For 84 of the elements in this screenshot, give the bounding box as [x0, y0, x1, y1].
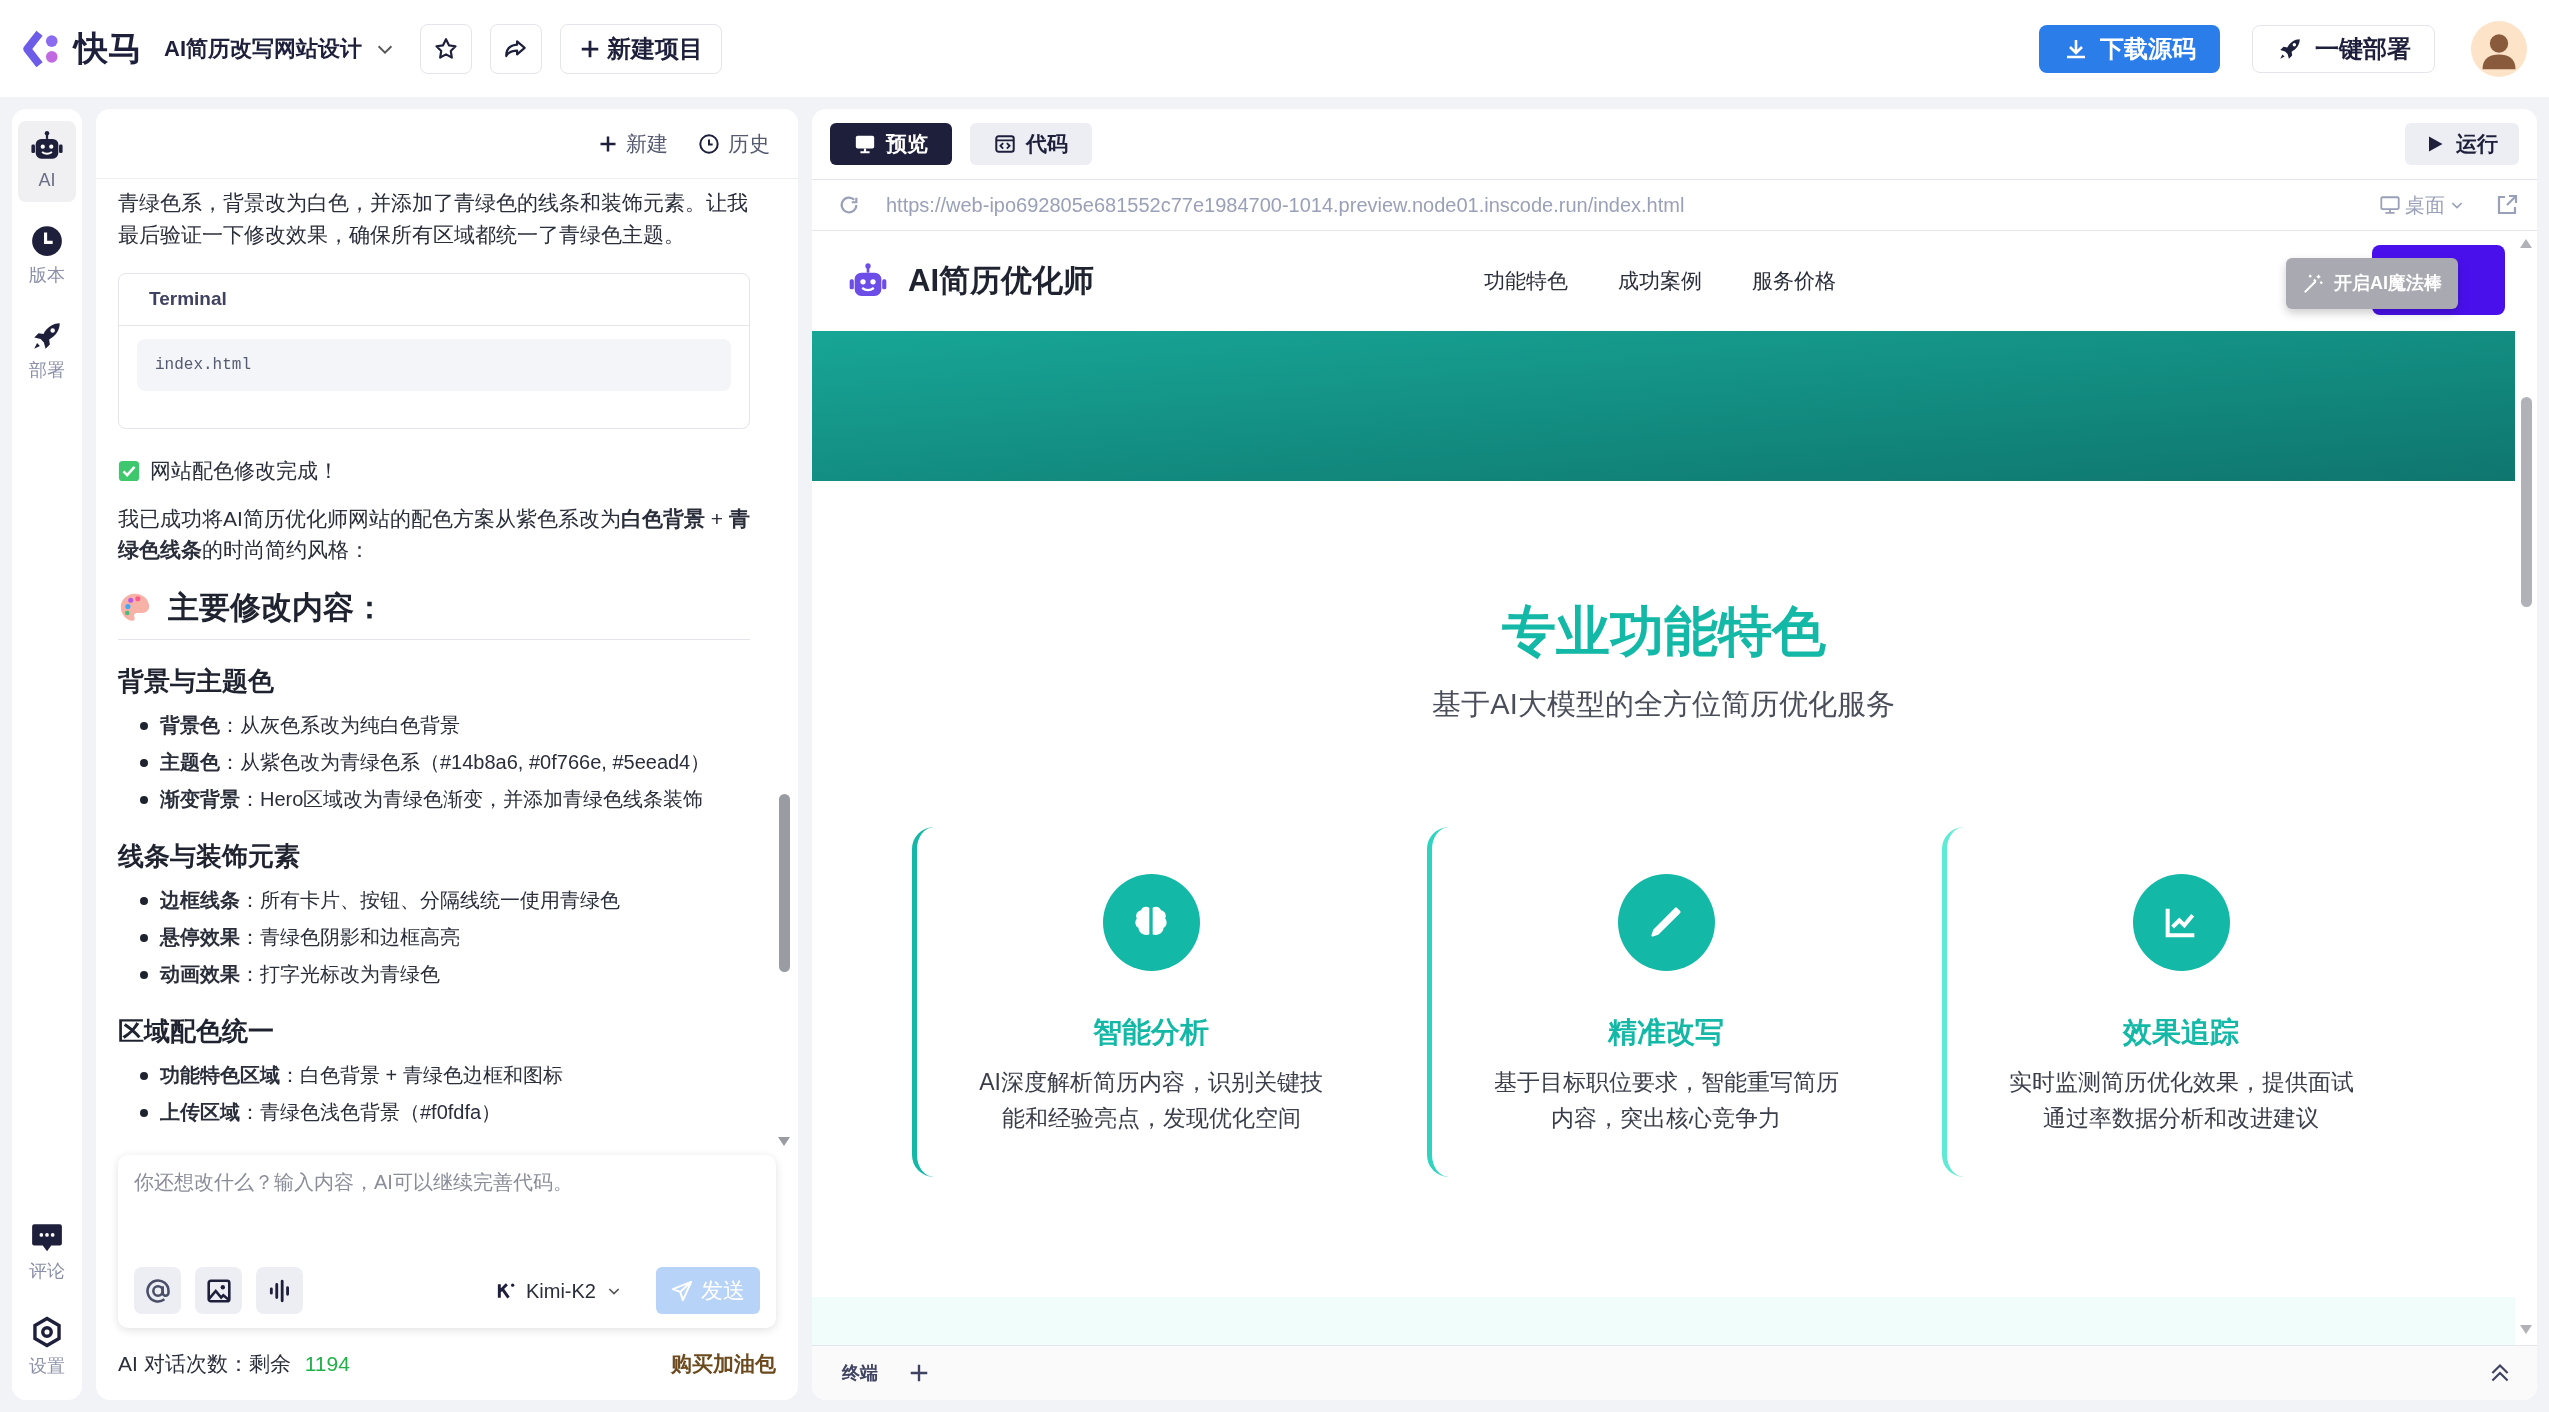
- scrollbar-thumb[interactable]: [779, 794, 790, 972]
- brand-name: AI简历优化师: [908, 261, 1094, 300]
- nav-link[interactable]: 功能特色: [1484, 265, 1568, 297]
- clock-icon: [30, 224, 64, 258]
- voice-button[interactable]: [256, 1267, 303, 1314]
- bullet-icon: [140, 897, 148, 905]
- mention-button[interactable]: [134, 1267, 181, 1314]
- bullet-icon: [140, 971, 148, 979]
- logo-text: 快马: [74, 28, 142, 69]
- bullet-icon: [140, 1109, 148, 1117]
- at-icon: [143, 1276, 172, 1305]
- terminal-tab[interactable]: 终端: [842, 1359, 878, 1387]
- nav-link[interactable]: 成功案例: [1618, 265, 1702, 297]
- project-title[interactable]: AI简历改写网站设计: [164, 32, 396, 65]
- model-selector[interactable]: Kimi-K2: [496, 1275, 622, 1306]
- list-item-text: 边框线条：所有卡片、按钮、分隔线统一使用青绿色: [160, 888, 620, 913]
- refresh-button[interactable]: [838, 194, 860, 216]
- feature-text: 基于目标职位要求，智能重写简历内容，突出核心竞争力: [1492, 1068, 1840, 1133]
- bullet-icon: [140, 759, 148, 767]
- star-icon: [433, 35, 459, 62]
- scrollbar-thumb[interactable]: [2521, 397, 2532, 607]
- star-button[interactable]: [420, 23, 472, 74]
- subheading: 区域配色统一: [118, 1015, 275, 1048]
- list-item-text: 主题色：从紫色改为青绿色系（#14b8a6, #0f766e, #5eead4）: [160, 750, 711, 775]
- bullet-icon: [140, 934, 148, 942]
- nav-link[interactable]: 服务价格: [1752, 265, 1836, 297]
- bullet-icon: [140, 1072, 148, 1080]
- list-item-text: 渐变背景：Hero区域改为青绿色渐变，并添加青绿色线条装饰: [160, 787, 704, 812]
- tab[interactable]: 预览: [830, 123, 952, 165]
- check-icon: [118, 459, 140, 482]
- terminal-title: Terminal: [149, 287, 227, 312]
- refresh-icon: [838, 194, 860, 216]
- clock-icon: [698, 132, 720, 155]
- download-button[interactable]: 下载源码: [2039, 24, 2220, 73]
- play-icon: [2426, 135, 2444, 153]
- list-item-text: 背景色：从灰色系改为纯白色背景: [160, 713, 460, 738]
- list-item-text: 悬停效果：青绿色阴影和边框高亮: [160, 925, 460, 950]
- settings-icon: [30, 1315, 64, 1349]
- feature-title: 效果追踪: [2123, 1014, 2239, 1050]
- message-input[interactable]: 你还想改什么？输入内容，AI可以继续完善代码。 Kimi-K2 发送: [118, 1155, 776, 1328]
- tab[interactable]: 代码: [970, 123, 1092, 165]
- scroll-down-icon: [2520, 1325, 2532, 1335]
- new-chat-button[interactable]: 新建: [598, 127, 668, 160]
- image-icon: [205, 1277, 232, 1304]
- usage-count: 1194: [304, 1351, 350, 1378]
- feature-text: 实时监测简历优化效果，提供面试通过率数据分析和改进建议: [2007, 1068, 2355, 1133]
- monitor-icon: [2379, 194, 2401, 216]
- feature-title: 精准改写: [1608, 1014, 1724, 1050]
- buy-link[interactable]: 购买加油包: [671, 1348, 776, 1380]
- external-link-button[interactable]: [2495, 193, 2519, 217]
- scroll-down-icon: [778, 1137, 790, 1147]
- plus-icon: [908, 1362, 930, 1384]
- message-text: 青绿色系，背景改为白色，并添加了青绿色的线条和装饰元素。让我最后验证一下修改效果，确保所有区域都统一了青绿色主题。: [118, 190, 749, 248]
- usage-label: AI 对话次数：剩余: [118, 1351, 291, 1378]
- scroll-up-icon: [2520, 239, 2532, 249]
- monitor-icon: [854, 133, 876, 155]
- message-text: 我已成功将AI简历优化师网站的配色方案从紫色系改为白色背景 + 青绿色线条的时尚简约风格：: [118, 505, 750, 563]
- file-name: index.html: [155, 355, 251, 376]
- subheading: 背景与主题色: [118, 665, 275, 698]
- status-text: 网站配色修改完成！: [150, 458, 339, 484]
- run-button[interactable]: 运行: [2405, 123, 2519, 165]
- magic-wand-icon: [2302, 272, 2324, 295]
- code-icon: [994, 133, 1016, 155]
- section-heading: 主要修改内容：: [168, 588, 385, 627]
- deploy-button[interactable]: 一键部署: [2252, 24, 2435, 73]
- feature-title: 智能分析: [1093, 1014, 1209, 1050]
- section-subtitle: 基于AI大模型的全方位简历优化服务: [1432, 687, 1895, 722]
- image-button[interactable]: [195, 1267, 242, 1314]
- sidebar-item[interactable]: AI: [18, 121, 76, 202]
- url-text: https://web-ipo692805e681552c77e1984700-1014.preview.node01.inscode.run/index.html: [886, 193, 1685, 218]
- history-button[interactable]: 历史: [698, 127, 770, 160]
- send-icon: [671, 1279, 693, 1302]
- subheading: 线条与装饰元素: [118, 840, 301, 873]
- feature-text: AI深度解析简历内容，识别关键技能和经验亮点，发现优化空间: [978, 1068, 1324, 1133]
- bullet-icon: [140, 796, 148, 804]
- new-project-button[interactable]: 新建项目: [560, 23, 722, 74]
- share-button[interactable]: [490, 23, 542, 74]
- external-link-icon: [2495, 193, 2519, 217]
- list-item-text: 上传区域：青绿色浅色背景（#f0fdfa）: [160, 1100, 502, 1125]
- bullet-icon: [140, 722, 148, 730]
- add-terminal-button[interactable]: [908, 1362, 930, 1384]
- section-title: 专业功能特色: [1501, 600, 1826, 663]
- list-item-text: 动画效果：打字光标改为青绿色: [160, 962, 440, 987]
- list-item-text: 功能特色区域：白色背景 + 青绿色边框和图标: [160, 1063, 563, 1088]
